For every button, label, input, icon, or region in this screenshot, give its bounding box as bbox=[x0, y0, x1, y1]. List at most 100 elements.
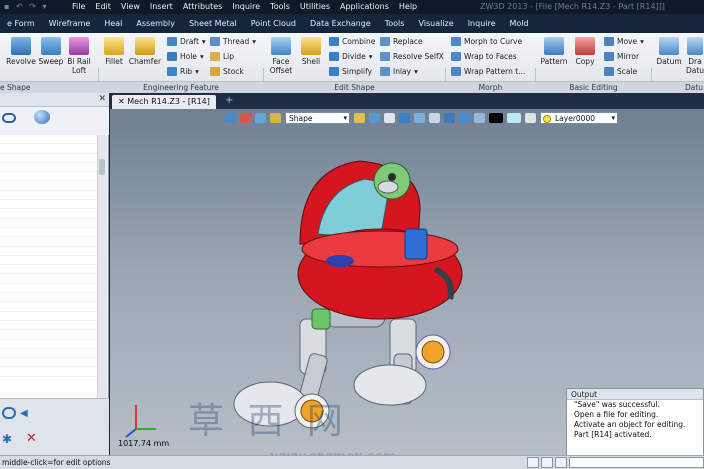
tab-tools[interactable]: Tools bbox=[378, 14, 412, 33]
tab-heal[interactable]: Heal bbox=[97, 14, 129, 33]
tab-mold[interactable]: Mold bbox=[503, 14, 536, 33]
list-item[interactable] bbox=[0, 358, 97, 368]
list-item[interactable] bbox=[0, 367, 97, 377]
list-item[interactable] bbox=[0, 302, 97, 312]
list-item[interactable] bbox=[0, 209, 97, 219]
quick-access-toolbar[interactable]: ▪ ↶ ↷ ▾ bbox=[4, 2, 48, 11]
list-item[interactable] bbox=[0, 349, 97, 359]
grid-icon[interactable] bbox=[525, 113, 536, 123]
list-item[interactable] bbox=[0, 144, 97, 154]
list-item[interactable] bbox=[0, 237, 97, 247]
combine-button[interactable]: Combine bbox=[329, 37, 375, 46]
draft-datum-button[interactable]: Dra Datu bbox=[686, 37, 704, 75]
list-item[interactable] bbox=[0, 265, 97, 275]
panel-icon[interactable] bbox=[541, 457, 553, 468]
scroll-thumb[interactable] bbox=[99, 159, 105, 175]
chamfer-button[interactable]: Chamfer bbox=[128, 37, 162, 66]
display-icon[interactable] bbox=[444, 113, 455, 123]
close-icon[interactable]: ✕ bbox=[98, 94, 106, 104]
inlay-button[interactable]: Inlay ▾ bbox=[380, 67, 418, 76]
menu-utilities[interactable]: Utilities bbox=[300, 2, 330, 11]
list-item[interactable] bbox=[0, 321, 97, 331]
back-icon[interactable]: ◀ bbox=[20, 408, 28, 419]
resolve-selfx-button[interactable]: Resolve SelfX bbox=[380, 52, 444, 61]
hole-button[interactable]: Hole ▾ bbox=[167, 52, 204, 61]
tab-wireframe[interactable]: Wireframe bbox=[42, 14, 98, 33]
color-black-icon[interactable] bbox=[489, 113, 503, 123]
menu-insert[interactable]: Insert bbox=[150, 2, 173, 11]
sphere-icon[interactable] bbox=[34, 110, 50, 124]
list-item[interactable] bbox=[0, 219, 97, 228]
menu-file[interactable]: File bbox=[72, 2, 85, 11]
selection-icon[interactable] bbox=[354, 113, 365, 123]
menu-attributes[interactable]: Attributes bbox=[183, 2, 223, 11]
scale-button[interactable]: Scale bbox=[604, 67, 637, 76]
filter-icon[interactable] bbox=[255, 113, 266, 123]
layout-icon[interactable] bbox=[527, 457, 539, 468]
menu-help[interactable]: Help bbox=[399, 2, 417, 11]
grid-toggle-icon[interactable] bbox=[555, 457, 567, 468]
status-input[interactable] bbox=[569, 457, 704, 468]
wrap-pattern-button[interactable]: Wrap Pattern t... bbox=[451, 67, 525, 76]
list-item[interactable] bbox=[0, 330, 97, 340]
list-item[interactable] bbox=[0, 181, 97, 191]
menu-applications[interactable]: Applications bbox=[340, 2, 389, 11]
face-icon[interactable] bbox=[270, 113, 281, 123]
tab-visualize[interactable]: Visualize bbox=[411, 14, 460, 33]
list-item[interactable] bbox=[0, 312, 97, 321]
list-item[interactable] bbox=[0, 154, 97, 163]
fillet-button[interactable]: Fillet bbox=[101, 37, 127, 66]
sweep-button[interactable]: Sweep bbox=[37, 37, 65, 66]
list-item[interactable] bbox=[0, 191, 97, 201]
view-icon[interactable] bbox=[399, 113, 410, 123]
lip-button[interactable]: Lip bbox=[210, 52, 234, 61]
tab-sheet-metal[interactable]: Sheet Metal bbox=[182, 14, 244, 33]
tab-assembly[interactable]: Assembly bbox=[129, 14, 182, 33]
list-item[interactable] bbox=[0, 256, 97, 266]
list-item[interactable] bbox=[0, 163, 97, 173]
list-item[interactable] bbox=[0, 340, 97, 349]
move-button[interactable]: Move ▾ bbox=[604, 37, 644, 46]
person-icon[interactable]: ✱ bbox=[2, 432, 12, 446]
bi-rail-loft-button[interactable]: Bi Rail Loft bbox=[66, 37, 92, 75]
menu-edit[interactable]: Edit bbox=[95, 2, 111, 11]
list-item[interactable] bbox=[0, 293, 97, 303]
thread-button[interactable]: Thread ▾ bbox=[210, 37, 256, 46]
cube-icon[interactable] bbox=[369, 113, 380, 123]
shade-icon[interactable] bbox=[429, 113, 440, 123]
draft-button[interactable]: Draft ▾ bbox=[167, 37, 206, 46]
replace-button[interactable]: Replace bbox=[380, 37, 423, 46]
filter-select[interactable]: Shape bbox=[285, 112, 350, 124]
copy-button[interactable]: Copy bbox=[571, 37, 599, 66]
morph-to-curve-button[interactable]: Morph to Curve bbox=[451, 37, 522, 46]
datum-button[interactable]: Datum bbox=[655, 37, 683, 66]
list-item[interactable] bbox=[0, 274, 97, 284]
section-icon[interactable] bbox=[459, 113, 470, 123]
list-item[interactable] bbox=[0, 247, 97, 256]
delete-icon[interactable]: ✕ bbox=[26, 431, 37, 446]
shell-button[interactable]: Shell bbox=[298, 37, 324, 66]
pencil-icon[interactable] bbox=[240, 113, 251, 123]
pick-icon[interactable] bbox=[225, 113, 236, 123]
list-item[interactable] bbox=[0, 284, 97, 294]
tab-form[interactable]: e Form bbox=[0, 14, 42, 33]
layer-select[interactable]: Layer0000 bbox=[540, 112, 618, 124]
list-item[interactable] bbox=[0, 228, 97, 238]
menu-tools[interactable]: Tools bbox=[270, 2, 290, 11]
mirror-button[interactable]: Mirror bbox=[604, 52, 639, 61]
add-tab-button[interactable]: + bbox=[225, 95, 233, 106]
color-cyan-icon[interactable] bbox=[507, 113, 521, 123]
list-item[interactable] bbox=[0, 172, 97, 182]
tab-data-exchange[interactable]: Data Exchange bbox=[303, 14, 378, 33]
render-icon[interactable] bbox=[414, 113, 425, 123]
monitor-icon[interactable] bbox=[474, 113, 485, 123]
document-tab[interactable]: ✕ Mech R14.Z3 - [R14] bbox=[112, 95, 216, 109]
menu-view[interactable]: View bbox=[121, 2, 140, 11]
tab-inquire[interactable]: Inquire bbox=[461, 14, 503, 33]
menu-inquire[interactable]: Inquire bbox=[232, 2, 260, 11]
list-item[interactable] bbox=[0, 135, 97, 145]
glasses-icon[interactable] bbox=[2, 113, 16, 123]
simplify-button[interactable]: Simplify bbox=[329, 67, 372, 76]
divide-button[interactable]: Divide ▾ bbox=[329, 52, 373, 61]
list-item[interactable] bbox=[0, 200, 97, 210]
